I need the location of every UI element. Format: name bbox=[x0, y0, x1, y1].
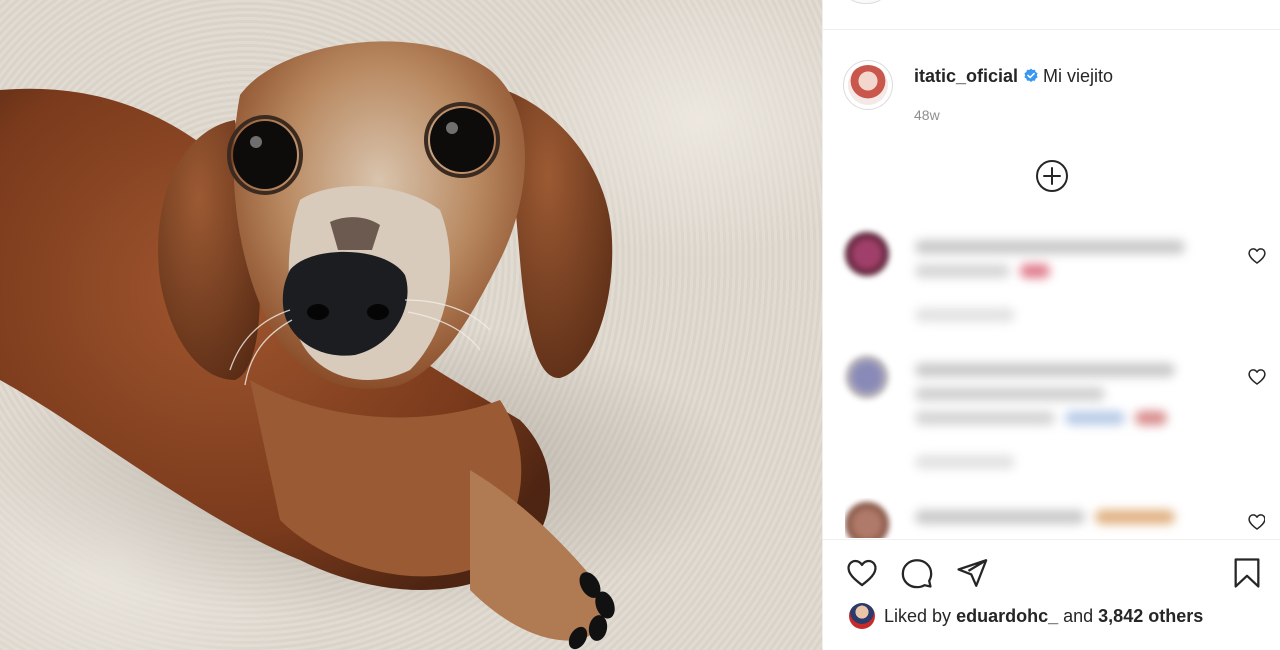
post-time-ago[interactable]: 48w bbox=[914, 107, 940, 123]
load-more-comments-button[interactable] bbox=[1034, 158, 1070, 194]
like-button[interactable] bbox=[843, 554, 881, 592]
dachshund-image bbox=[0, 41, 740, 650]
header-divider bbox=[823, 29, 1280, 30]
blurred-emoji bbox=[1020, 264, 1050, 278]
blurred-comment-meta bbox=[915, 308, 1015, 322]
comment-avatar[interactable] bbox=[845, 232, 889, 276]
header-avatar-stub bbox=[848, 0, 884, 4]
liked-by-others-link[interactable]: 3,842 others bbox=[1098, 606, 1203, 627]
send-icon bbox=[957, 559, 988, 587]
comment-avatar[interactable] bbox=[845, 355, 889, 399]
blurred-comment-text bbox=[915, 387, 1105, 401]
comment-icon bbox=[901, 559, 933, 589]
blurred-comment-text bbox=[915, 411, 1055, 425]
comment-button[interactable] bbox=[898, 554, 936, 592]
post-photo bbox=[0, 0, 822, 650]
blurred-emoji bbox=[1095, 510, 1175, 524]
verified-badge-icon bbox=[1024, 68, 1038, 82]
liker-avatar[interactable] bbox=[849, 603, 875, 629]
comment-like-heart-icon[interactable] bbox=[1247, 246, 1267, 266]
blurred-emoji bbox=[1065, 411, 1125, 425]
bookmark-icon bbox=[1234, 558, 1260, 588]
actions-divider bbox=[823, 539, 1280, 540]
caption: itatic_oficial Mi viejito bbox=[914, 64, 1113, 88]
likes-summary: Liked by eduardohc_ and 3,842 others bbox=[849, 603, 1203, 629]
author-avatar[interactable] bbox=[843, 60, 893, 110]
blurred-comment-meta bbox=[915, 455, 1015, 469]
blurred-comment-text bbox=[915, 363, 1175, 377]
plus-circle-icon bbox=[1036, 160, 1068, 192]
blurred-comment-text bbox=[915, 264, 1010, 278]
comment-item bbox=[845, 355, 1267, 485]
blurred-emoji bbox=[1135, 411, 1167, 425]
heart-icon bbox=[847, 559, 877, 587]
author-username[interactable]: itatic_oficial bbox=[914, 64, 1018, 88]
liked-by-label: Liked by bbox=[884, 605, 952, 626]
share-button[interactable] bbox=[953, 554, 991, 592]
caption-text: Mi viejito bbox=[1043, 66, 1114, 86]
blurred-comment-text bbox=[915, 240, 1185, 254]
comment-like-heart-icon[interactable] bbox=[1247, 512, 1265, 532]
comment-like-heart-icon[interactable] bbox=[1247, 367, 1267, 387]
comment-item bbox=[845, 232, 1267, 342]
save-button[interactable] bbox=[1228, 554, 1266, 592]
comment-item bbox=[845, 498, 1265, 538]
liked-by-username[interactable]: eduardohc_ bbox=[956, 606, 1058, 627]
liked-by-and: and bbox=[1063, 605, 1094, 626]
comment-avatar[interactable] bbox=[845, 502, 889, 538]
post-side-panel: itatic_oficial Mi viejito 48w Liked by e… bbox=[823, 0, 1280, 650]
blurred-comment-text bbox=[915, 510, 1085, 524]
